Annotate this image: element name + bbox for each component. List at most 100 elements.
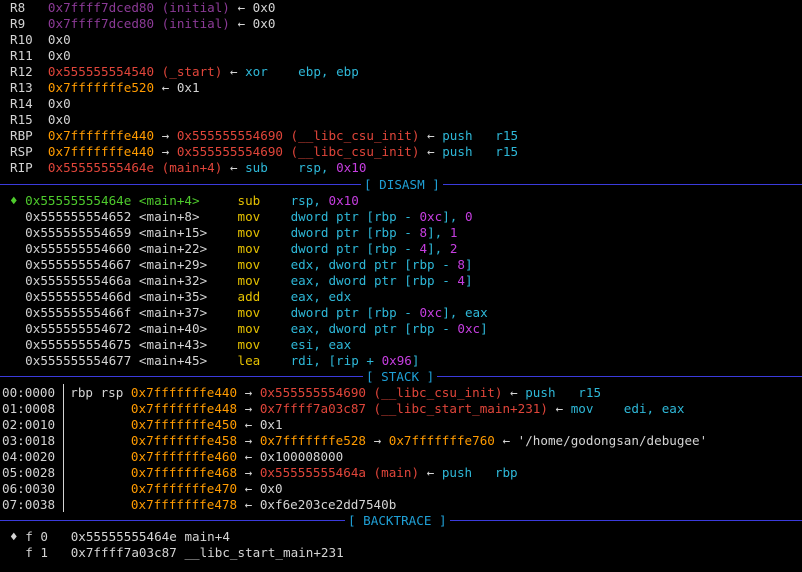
- instruction-symbol: <main+29>: [138, 257, 238, 272]
- instruction-mnemonic: mov: [237, 241, 291, 256]
- instruction-address: 0x555555554677: [25, 353, 139, 368]
- instruction-operand: 0xc: [457, 321, 481, 336]
- instruction-mnemonic: mov: [237, 321, 291, 336]
- frame-index: f 1: [25, 545, 48, 560]
- stack-value: push r15: [525, 385, 602, 400]
- disasm-line: 0x55555555466a <main+32> mov eax, dword …: [10, 273, 473, 289]
- stack-value: mov edi, eax: [570, 401, 685, 416]
- stack-value: 0x555555554690 (__libc_csu_init): [259, 385, 511, 400]
- disasm-line: 0x55555555466f <main+37> mov dword ptr […: [10, 305, 488, 321]
- stack-register-tags: [70, 497, 131, 512]
- disasm-line: 0x555555554672 <main+40> mov eax, dword …: [10, 321, 488, 337]
- instruction-mnemonic: mov: [237, 209, 291, 224]
- instruction-operand: dword ptr [rbp -: [290, 209, 420, 224]
- disasm-indent: [10, 289, 25, 304]
- stack-value: 0x7fffffffe460: [130, 449, 245, 464]
- register-row: R15 0x0: [10, 112, 71, 128]
- instruction-operand: eax, dword ptr [rbp -: [290, 321, 458, 336]
- stack-row: 02:0010 0x7fffffffe450 ← 0x1: [2, 417, 283, 433]
- instruction-mnemonic: sub: [237, 193, 291, 208]
- register-value: →: [161, 144, 177, 159]
- stack-value: →: [373, 433, 389, 448]
- frame-index: f 0: [25, 529, 48, 544]
- instruction-operand: eax, dword ptr [rbp -: [290, 273, 458, 288]
- instruction-operand: ]: [411, 353, 420, 368]
- register-name: RIP: [10, 160, 48, 175]
- instruction-operand: 4: [419, 241, 428, 256]
- register-value: 0x0: [47, 48, 71, 63]
- instruction-address: 0x555555554672: [25, 321, 139, 336]
- stack-offset: 06:0030: [2, 481, 56, 496]
- stack-value: 0x7fffffffe470: [130, 481, 245, 496]
- stack-row: 01:0008 0x7fffffffe448 → 0x7ffff7a03c87 …: [2, 401, 684, 417]
- register-value: 0x10: [336, 160, 367, 175]
- backtrace-frame: ♦ f 0 0x55555555464e main+4: [10, 529, 230, 545]
- instruction-operand: ],: [427, 225, 450, 240]
- instruction-operand: rsp,: [290, 193, 329, 208]
- disasm-line: 0x555555554652 <main+8> mov dword ptr [r…: [10, 209, 472, 225]
- stack-offset: 00:0000: [2, 385, 56, 400]
- register-name: R13: [10, 80, 48, 95]
- stack-value: 0x7fffffffe450: [130, 417, 245, 432]
- instruction-mnemonic: mov: [237, 337, 291, 352]
- disasm-indent: [10, 209, 25, 224]
- register-value: xor ebp, ebp: [245, 64, 359, 79]
- backtrace-frame: f 1 0x7ffff7a03c87 __libc_start_main+231: [10, 545, 344, 561]
- register-value: 0x0: [47, 96, 71, 111]
- instruction-operand: esi, eax: [290, 337, 352, 352]
- register-value: 0x0: [47, 32, 71, 47]
- instruction-operand: 0x10: [328, 193, 359, 208]
- disasm-title: [ DISASM ]: [361, 177, 443, 193]
- disasm-line: 0x555555554667 <main+29> mov edx, dword …: [10, 257, 472, 273]
- register-value: 0x0: [47, 112, 71, 127]
- instruction-operand: ]: [464, 273, 473, 288]
- stack-value: ← 0x1: [244, 417, 283, 432]
- register-row: RSP 0x7fffffffe440 → 0x555555554690 (__l…: [10, 144, 518, 160]
- instruction-operand: 0xc: [419, 209, 443, 224]
- register-value: 0x555555554540 (_start): [47, 64, 230, 79]
- register-name: R14: [10, 96, 48, 111]
- instruction-operand: ],: [442, 209, 465, 224]
- disasm-line: ♦ 0x55555555464e <main+4> sub rsp, 0x10: [10, 193, 359, 209]
- register-row: RBP 0x7fffffffe440 → 0x555555554690 (__l…: [10, 128, 518, 144]
- instruction-operand: dword ptr [rbp -: [290, 305, 420, 320]
- instruction-symbol: <main+45>: [138, 353, 238, 368]
- stack-value: 0x7ffff7a03c87 (__libc_start_main+231): [259, 401, 556, 416]
- instruction-mnemonic: mov: [237, 257, 291, 272]
- register-value: 0x7fffffffe440: [47, 128, 162, 143]
- stack-value: ← 0xf6e203ce2dd7540b: [244, 497, 397, 512]
- stack-row: 03:0018 0x7fffffffe458 → 0x7fffffffe528 …: [2, 433, 707, 449]
- instruction-symbol: <main+40>: [138, 321, 238, 336]
- register-row: R14 0x0: [10, 96, 71, 112]
- register-value: 0x7ffff7dced80 (initial): [47, 0, 238, 15]
- current-instruction-marker-icon: ♦: [10, 193, 26, 208]
- stack-register-tags: [70, 481, 131, 496]
- stack-row: 07:0038 0x7fffffffe478 ← 0xf6e203ce2dd75…: [2, 497, 396, 513]
- disasm-separator: [ DISASM ]: [0, 177, 802, 193]
- stack-value: →: [244, 385, 260, 400]
- register-value: ←: [427, 144, 443, 159]
- stack-value: push rbp: [441, 465, 518, 480]
- stack-row: 06:0030 0x7fffffffe470 ← 0x0: [2, 481, 283, 497]
- instruction-symbol: <main+8>: [138, 209, 238, 224]
- register-name: R11: [10, 48, 48, 63]
- instruction-address: 0x555555554659: [25, 225, 139, 240]
- instruction-address: 0x555555554667: [25, 257, 139, 272]
- stack-value: 0x55555555464a (main): [259, 465, 427, 480]
- disasm-indent: [10, 305, 25, 320]
- instruction-operand: 8: [457, 257, 465, 272]
- instruction-operand: ]: [480, 321, 488, 336]
- register-value: ←: [229, 64, 246, 79]
- instruction-operand: ],: [427, 241, 450, 256]
- instruction-operand: 0xc: [419, 305, 443, 320]
- instruction-operand: ], eax: [442, 305, 488, 320]
- disasm-line: 0x555555554659 <main+15> mov dword ptr […: [10, 225, 457, 241]
- instruction-mnemonic: lea: [237, 353, 291, 368]
- stack-offset: 02:0010: [2, 417, 56, 432]
- frame-address: 0x7ffff7a03c87: [70, 545, 177, 560]
- register-value: 0x7fffffffe440: [47, 144, 162, 159]
- disasm-indent: [10, 257, 25, 272]
- frame-symbol: __libc_start_main+231: [184, 545, 344, 560]
- register-value: 0x55555555464e (main+4): [47, 160, 230, 175]
- instruction-operand: edx, dword ptr [rbp -: [290, 257, 458, 272]
